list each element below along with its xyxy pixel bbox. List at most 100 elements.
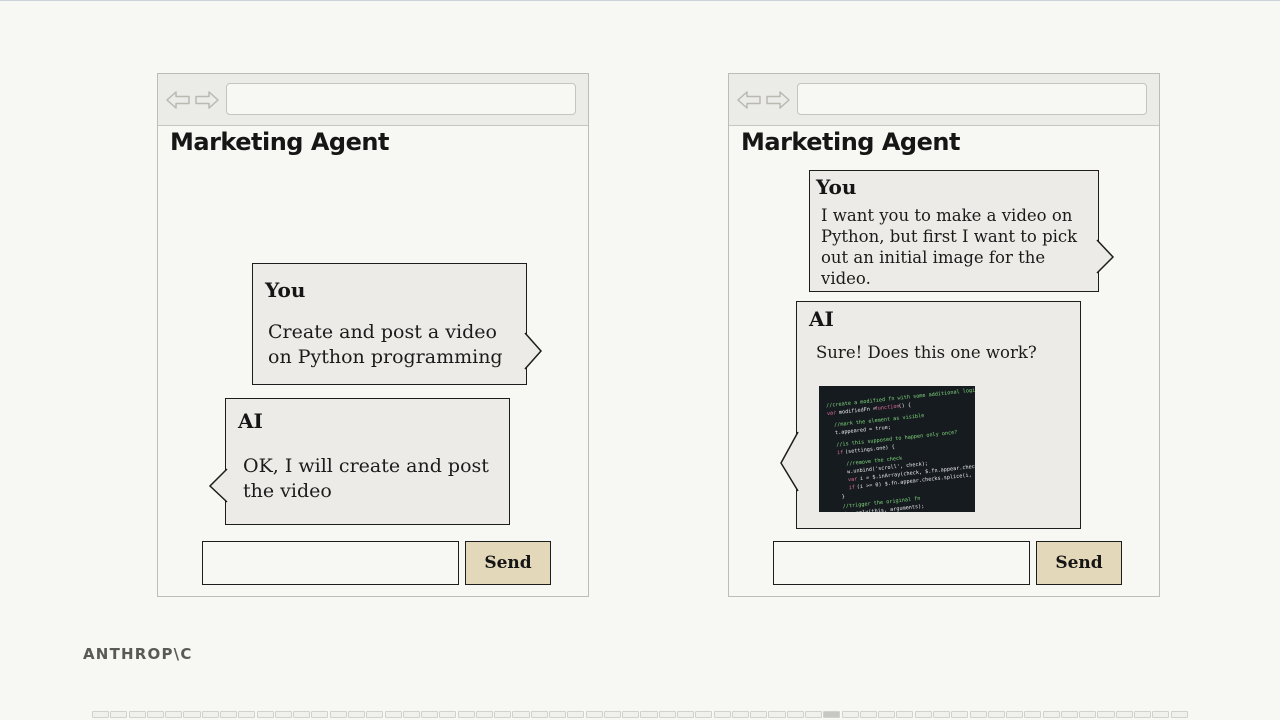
back-arrow-icon[interactable] xyxy=(165,89,191,111)
svg-text:var: var xyxy=(827,410,837,417)
message-text: I want you to make a video on Python, bu… xyxy=(821,206,1078,288)
slide-thumbnail[interactable] xyxy=(311,711,329,718)
slide-thumbnail[interactable] xyxy=(969,711,987,718)
slide-thumbnail[interactable] xyxy=(841,711,859,718)
slide-thumbnail[interactable] xyxy=(512,711,530,718)
slide-thumbnail[interactable] xyxy=(201,711,219,718)
bubble-tail-left xyxy=(780,431,799,492)
slide-thumbnail[interactable] xyxy=(804,711,823,718)
slide-thumbnail[interactable] xyxy=(603,711,621,718)
message-sender: You xyxy=(265,278,306,302)
slide-thumbnail[interactable] xyxy=(1134,711,1152,718)
slide-thumbnail[interactable] xyxy=(1006,711,1024,718)
slide-thumbnail[interactable] xyxy=(402,711,420,718)
message-text: Sure! Does this one work? xyxy=(816,343,1037,362)
slide-thumbnail[interactable] xyxy=(1152,711,1170,718)
slide-thumbnail[interactable] xyxy=(146,711,164,718)
anthropic-logo: ANTHROP\C xyxy=(83,645,193,663)
bubble-tail-right xyxy=(524,332,543,370)
slide-thumbnail[interactable] xyxy=(768,711,786,718)
message-sender: AI xyxy=(809,307,834,331)
svg-text:if: if xyxy=(837,450,844,457)
slide-thumbnail[interactable] xyxy=(475,711,493,718)
slide-thumbnail[interactable] xyxy=(1115,711,1133,718)
slide-thumbnail[interactable] xyxy=(914,711,932,718)
slide-thumbnail[interactable] xyxy=(878,711,896,718)
slide-thumbnail[interactable] xyxy=(183,711,201,718)
slide-thumbnail[interactable] xyxy=(549,711,567,718)
slide-thumbnail[interactable] xyxy=(622,711,640,718)
slide-thumbnail[interactable] xyxy=(1024,711,1042,718)
slide-thumbnail[interactable] xyxy=(256,711,274,718)
forward-arrow-icon[interactable] xyxy=(194,89,220,111)
chat-input[interactable] xyxy=(773,541,1030,585)
slide-thumbnail[interactable] xyxy=(1060,711,1078,718)
browser-toolbar xyxy=(158,74,588,126)
message-sender: You xyxy=(816,175,857,199)
slide-thumbnail[interactable] xyxy=(439,711,457,718)
slide-thumbnail[interactable] xyxy=(347,711,366,718)
slide-thumbnail[interactable] xyxy=(421,711,439,718)
slide-thumbnail[interactable] xyxy=(859,711,877,718)
bubble-tail-right xyxy=(1096,239,1115,274)
slide-thumbnail[interactable] xyxy=(896,711,914,718)
slide-thumbnail[interactable] xyxy=(1079,711,1097,718)
slide-thumbnail[interactable] xyxy=(274,711,292,718)
slide-thumbnail[interactable] xyxy=(238,711,256,718)
slide-thumbnail[interactable] xyxy=(932,711,951,718)
svg-text:}: } xyxy=(841,494,845,500)
ai-message-bubble: AI OK, I will create and post the video xyxy=(225,398,510,525)
slide-thumbnail[interactable] xyxy=(677,711,695,718)
svg-text:function: function xyxy=(874,404,899,413)
slide-thumbnail[interactable] xyxy=(530,711,548,718)
slide-thumbnail[interactable] xyxy=(92,711,110,718)
slide-thumbnail[interactable] xyxy=(750,711,768,718)
address-bar[interactable] xyxy=(226,83,576,115)
svg-text:() {: () { xyxy=(898,402,911,409)
chat-input[interactable] xyxy=(202,541,459,585)
slide-thumbnail[interactable] xyxy=(329,711,347,718)
slide-thumbnail[interactable] xyxy=(658,711,676,718)
address-bar[interactable] xyxy=(797,83,1147,115)
slide-thumbnail[interactable] xyxy=(128,711,146,718)
slide-thumbnail[interactable] xyxy=(457,711,475,718)
slide-thumbnail[interactable] xyxy=(987,711,1005,718)
send-button[interactable]: Send xyxy=(1036,541,1122,585)
slide-thumbnail[interactable] xyxy=(731,711,749,718)
svg-text:modifiedFn =: modifiedFn = xyxy=(839,406,877,416)
slide-thumbnail[interactable] xyxy=(293,711,311,718)
app-title: Marketing Agent xyxy=(741,128,960,156)
browser-window-left: Marketing Agent You Create and post a vi… xyxy=(157,73,589,597)
slide-thumbnail[interactable] xyxy=(951,711,969,718)
slide-thumbnail[interactable] xyxy=(494,711,512,718)
code-screenshot-image[interactable]: //create a modified fn with some additio… xyxy=(819,386,975,512)
send-button[interactable]: Send xyxy=(465,541,551,585)
top-rule xyxy=(0,0,1280,1)
slide-thumbnail[interactable] xyxy=(695,711,713,718)
slide-thumbnail[interactable] xyxy=(165,711,183,718)
slide-thumbnail[interactable] xyxy=(786,711,804,718)
forward-arrow-icon[interactable] xyxy=(765,89,791,111)
slide-thumbnail[interactable] xyxy=(366,711,384,718)
slide-thumbnail[interactable] xyxy=(219,711,238,718)
slide-thumbnail[interactable] xyxy=(384,711,402,718)
back-arrow-icon[interactable] xyxy=(736,89,762,111)
slide-thumbnail[interactable] xyxy=(713,711,731,718)
message-sender: AI xyxy=(238,409,263,433)
slide-thumbnail[interactable] xyxy=(1042,711,1060,718)
app-title: Marketing Agent xyxy=(170,128,389,156)
slide-thumbnail[interactable] xyxy=(640,711,658,718)
browser-toolbar xyxy=(729,74,1159,126)
svg-text:if: if xyxy=(849,485,856,492)
slide-thumbnail[interactable] xyxy=(1170,711,1188,718)
slide-thumbnail[interactable] xyxy=(567,711,585,718)
message-text: Create and post a video on Python progra… xyxy=(268,321,503,368)
slide-thumbnail[interactable] xyxy=(585,711,603,718)
slide-thumbnail[interactable] xyxy=(110,711,128,718)
slide-thumbnail[interactable] xyxy=(1097,711,1115,718)
message-text: OK, I will create and post the video xyxy=(243,455,489,502)
slide-thumbnail[interactable] xyxy=(823,711,841,718)
bubble-tail-left xyxy=(208,468,228,503)
svg-text:var: var xyxy=(848,476,858,483)
slide-thumbnail-strip xyxy=(92,711,1188,718)
